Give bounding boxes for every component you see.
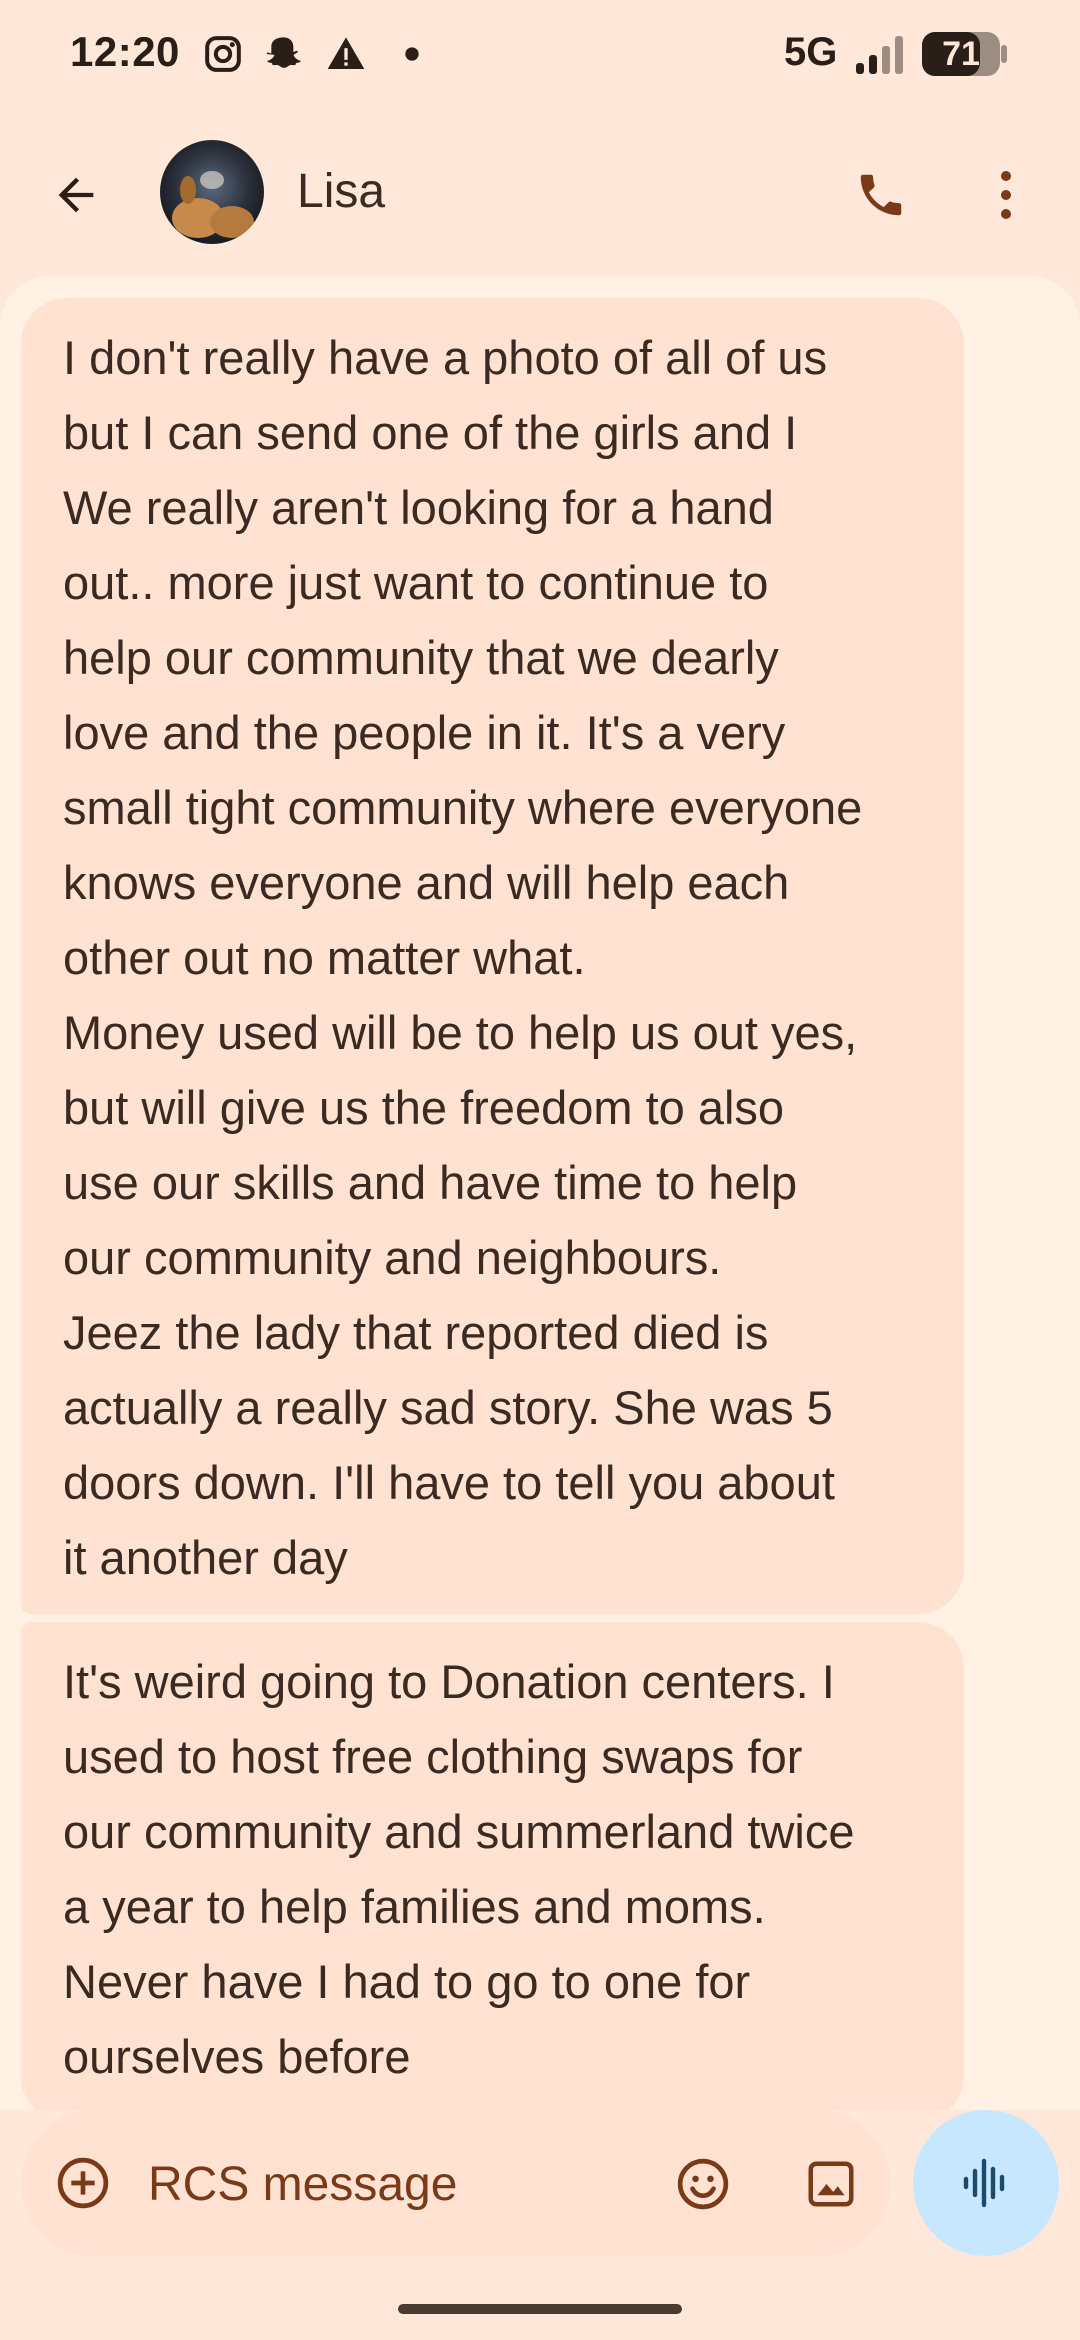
- call-button[interactable]: [846, 155, 916, 235]
- phone-icon: [860, 174, 902, 216]
- voice-message-button[interactable]: [913, 2110, 1059, 2256]
- message-input[interactable]: [146, 2150, 670, 2218]
- avatar[interactable]: [160, 140, 264, 244]
- message-bubble[interactable]: I don't really have a photo of all of us…: [21, 298, 964, 1614]
- network-type: 5G: [784, 30, 838, 74]
- snapchat-icon: [266, 37, 301, 68]
- more-vert-icon: [1001, 171, 1011, 219]
- message-list[interactable]: I don't really have a photo of all of us…: [0, 276, 1080, 2110]
- dot-icon: [405, 47, 419, 61]
- contact-name[interactable]: Lisa: [297, 164, 385, 219]
- compose-bar: [21, 2110, 891, 2256]
- home-indicator[interactable]: [398, 2304, 682, 2314]
- image-icon: [808, 2161, 854, 2207]
- back-button[interactable]: [36, 155, 116, 235]
- voice-waveform-icon: [963, 2158, 1005, 2208]
- battery-level: 71: [942, 35, 980, 73]
- more-options-button[interactable]: [984, 155, 1028, 235]
- add-circle-icon: [57, 2157, 109, 2209]
- signal-icon: [856, 36, 903, 74]
- back-arrow-icon: [58, 177, 94, 213]
- conversation-header: Lisa: [0, 120, 1080, 270]
- status-time: 12:20: [70, 28, 180, 75]
- message-bubble[interactable]: It's weird going to Donation centers. I …: [21, 1622, 964, 2110]
- attach-button[interactable]: [55, 2155, 111, 2211]
- gallery-button[interactable]: [801, 2154, 861, 2214]
- emoji-icon: [677, 2158, 729, 2210]
- avatar-image: [160, 140, 264, 244]
- emoji-button[interactable]: [673, 2154, 733, 2214]
- alert-icon: [327, 37, 365, 69]
- status-bar: 12:20 5G 71: [0, 0, 1080, 110]
- instagram-icon: [205, 36, 241, 72]
